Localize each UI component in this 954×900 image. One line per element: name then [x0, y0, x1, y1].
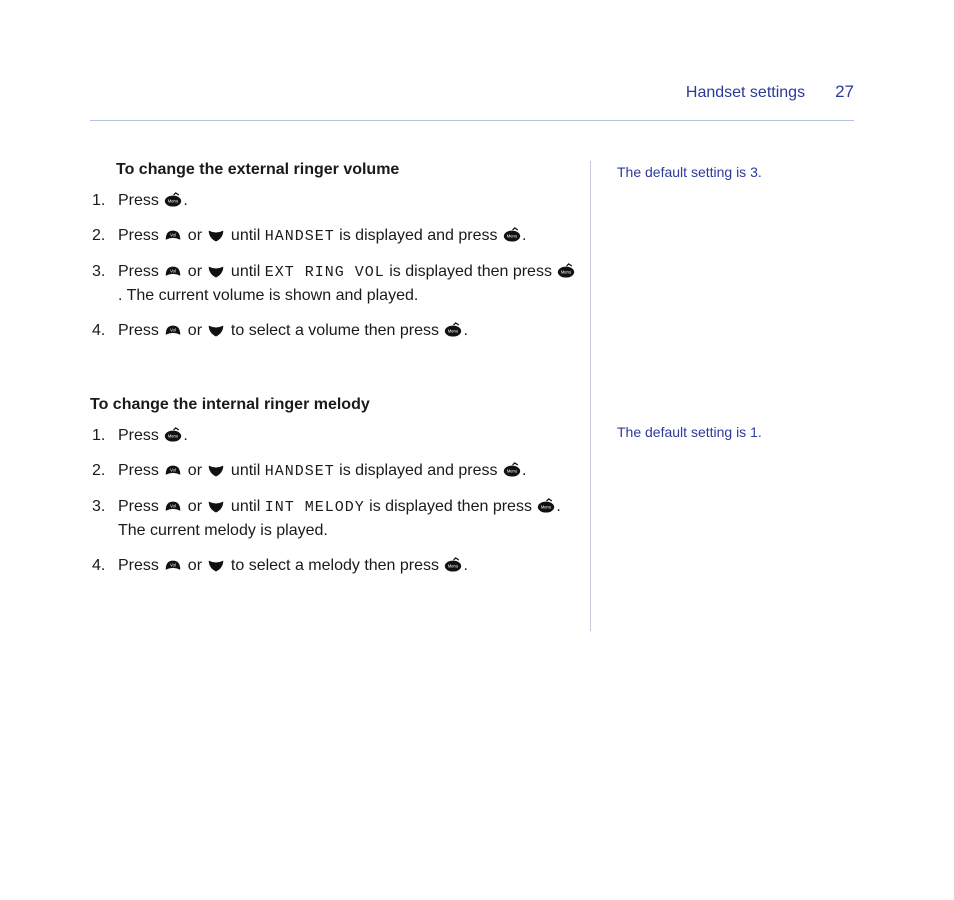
display-text: HANDSET	[265, 228, 335, 245]
step: Press or until INT MELODY is displayed t…	[116, 495, 580, 542]
down-button-icon	[206, 498, 226, 514]
menu-button-icon	[443, 557, 463, 573]
up-button-icon	[163, 462, 183, 478]
menu-button-icon	[502, 462, 522, 478]
steps-list: Press . Press or until HANDSET is displa…	[90, 424, 580, 577]
page-number: 27	[835, 82, 854, 102]
display-text: EXT RING VOL	[265, 264, 385, 281]
section-heading: To change the external ringer volume	[116, 161, 580, 179]
section-title: Handset settings	[686, 84, 805, 102]
down-button-icon	[206, 263, 226, 279]
menu-button-icon	[443, 322, 463, 338]
step: Press or until HANDSET is displayed and …	[116, 224, 580, 248]
down-button-icon	[206, 557, 226, 573]
step: Press or until EXT RING VOL is displayed…	[116, 260, 580, 307]
down-button-icon	[206, 227, 226, 243]
display-text: HANDSET	[265, 463, 335, 480]
menu-button-icon	[536, 498, 556, 514]
down-button-icon	[206, 322, 226, 338]
main-column: To change the external ringer volume Pre…	[90, 161, 580, 631]
menu-button-icon	[163, 427, 183, 443]
section-heading: To change the internal ringer melody	[90, 396, 580, 414]
step: Press or to select a volume then press .	[116, 319, 580, 342]
section-int-ringer-melody: To change the internal ringer melody Pre…	[90, 396, 580, 577]
display-text: INT MELODY	[265, 499, 365, 516]
step: Press .	[116, 424, 580, 447]
down-button-icon	[206, 462, 226, 478]
steps-list: Press . Press or until HANDSET is displa…	[90, 189, 580, 342]
up-button-icon	[163, 263, 183, 279]
up-button-icon	[163, 322, 183, 338]
manual-page: Handset settings 27 To change the extern…	[0, 0, 954, 900]
step: Press or until HANDSET is displayed and …	[116, 459, 580, 483]
sidebar-column: The default setting is 3. The default se…	[617, 161, 854, 631]
content-area: To change the external ringer volume Pre…	[90, 161, 854, 631]
up-button-icon	[163, 557, 183, 573]
menu-button-icon	[556, 263, 576, 279]
menu-button-icon	[502, 227, 522, 243]
up-button-icon	[163, 498, 183, 514]
sidenote-default-1: The default setting is 1.	[617, 423, 854, 441]
page-header: Handset settings 27	[90, 82, 854, 102]
header-rule	[90, 120, 854, 121]
step: Press .	[116, 189, 580, 212]
menu-button-icon	[163, 192, 183, 208]
step: Press or to select a melody then press .	[116, 554, 580, 577]
sidenote-default-3: The default setting is 3.	[617, 163, 854, 181]
section-ext-ringer-volume: To change the external ringer volume Pre…	[90, 161, 580, 342]
column-divider	[590, 161, 591, 631]
up-button-icon	[163, 227, 183, 243]
